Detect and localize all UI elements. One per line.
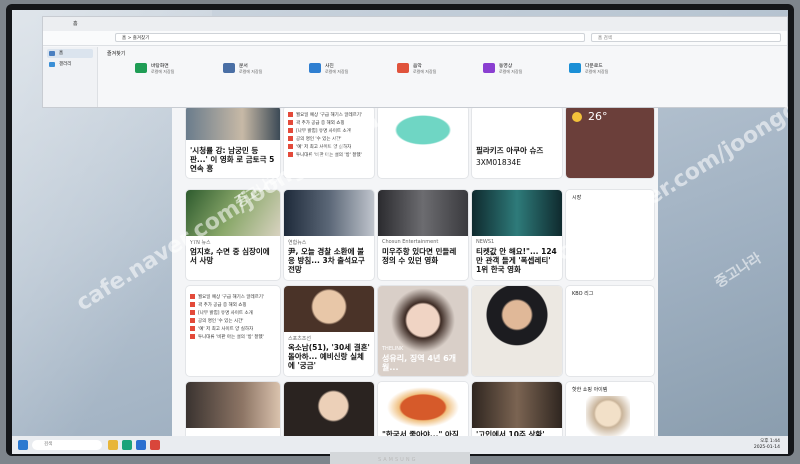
news-caption: 옥소남(51), '30세 결혼' 돌아하... 예비신랑 실체에 '궁금' [288, 343, 370, 370]
news-thumbnail [284, 190, 374, 236]
quick-access-item[interactable]: 음악 로컬에 저장됨 [397, 61, 477, 83]
taskbar-search[interactable]: 검색 [32, 440, 102, 450]
search-input[interactable]: 홈 검색 [591, 33, 781, 42]
quick-access-item[interactable]: 동영상 로컬에 저장됨 [483, 61, 563, 83]
folder-icon [483, 63, 495, 73]
news-caption: 미우주항 있다면 민들레 정의 수 있던 영화 [382, 247, 457, 265]
news-caption: '시청률 강: 남궁민 등판...' 이 영화 로 금토극 5연속 흥 [190, 146, 275, 173]
news-card[interactable]: "한국서 좋아야..." 아직 서비스... 이국 ㅅ [378, 382, 468, 438]
gallery-icon [49, 62, 55, 67]
shoe-code: 3XM01834E [476, 158, 521, 167]
shopping-widget[interactable]: 핫한 쇼핑 아이템 [566, 382, 654, 438]
news-thumbnail [378, 190, 468, 236]
taskbar-clock[interactable]: 오후 1:44 2025-01-14 [754, 439, 780, 451]
quick-access-desc: 로컬에 저장됨 [325, 69, 349, 74]
news-caption: 티켓값 안 해요!"... 124만 관객 들게 '폭셉레티' 1위 한국 영화 [476, 247, 557, 274]
monitor-brand: SAMSUNG [378, 457, 418, 463]
news-thumbnail [284, 286, 374, 332]
quick-access-name: 문서 [239, 64, 248, 69]
quick-access-desc: 로컬에 저장됨 [585, 69, 609, 74]
quick-access-title: 즐겨찾기 [107, 51, 126, 57]
news-source: NEWS1 [476, 239, 495, 245]
shoe-caption: 필라키즈 아쿠아 슈즈 [476, 146, 544, 155]
quick-access-item[interactable]: 문서 로컬에 저장됨 [223, 61, 303, 83]
file-explorer-window[interactable]: 홈 홈 > 즐겨찾기 홈 검색 홈 갤러리 즐겨찾기 바탕화면 로컬에 저장됨 문서… [42, 16, 788, 108]
news-card[interactable] [284, 382, 374, 438]
news-thumbnail [472, 190, 562, 236]
shopping-card[interactable]: 필라키즈 아쿠아 슈즈 3XM01834E [472, 106, 562, 178]
weather-temp: 26° [588, 110, 608, 123]
quick-access-item[interactable]: 사진 로컬에 저장됨 [309, 61, 389, 83]
news-thumbnail [284, 382, 374, 438]
sidebar-item-home[interactable]: 홈 [47, 49, 93, 58]
monitor-screen: '시청률 강: 남궁민 등판...' 이 영화 로 금토극 5연속 흥 YTN … [12, 10, 788, 438]
explorer-sidebar: 홈 갤러리 [43, 47, 98, 107]
quick-access-name: 다운로드 [585, 64, 603, 69]
shopping-card[interactable] [378, 106, 468, 178]
home-icon [49, 51, 55, 56]
news-thumbnail [472, 286, 562, 376]
news-source: THELINK [382, 346, 404, 352]
news-list: 월요일 예상 '구급 해기스 알레르기' 곽 추가 공급 증 해외 쇼핑 [나무 밝… [190, 294, 276, 342]
news-card[interactable]: 스포츠조선 옥소남(51), '30세 결혼' 돌아하... 예비신랑 실체에 … [284, 286, 374, 376]
folder-icon [569, 63, 581, 73]
quick-access-item[interactable]: 바탕화면 로컬에 저장됨 [135, 61, 215, 83]
quick-access-desc: 로컬에 저장됨 [413, 69, 437, 74]
shopping-title: 핫한 쇼핑 아이템 [572, 387, 608, 393]
quick-access-name: 바탕화면 [151, 64, 169, 69]
quick-access-desc: 로컬에 저장됨 [151, 69, 175, 74]
kbo-title: KBO 리그 [572, 291, 594, 297]
quick-access-name: 동영상 [499, 64, 513, 69]
news-thumbnail [472, 382, 562, 428]
news-thumbnail [378, 382, 468, 428]
stock-title: 시장 [572, 195, 582, 201]
chrome-taskbar-icon[interactable] [150, 440, 160, 450]
quick-access-name: 음악 [413, 64, 422, 69]
quick-access-item[interactable]: 다운로드 로컬에 저장됨 [569, 61, 649, 83]
weather-widget[interactable]: 26° [566, 106, 654, 178]
sidebar-item-gallery[interactable]: 갤러리 [47, 60, 93, 69]
kbo-widget[interactable]: KBO 리그 [566, 286, 654, 376]
news-card[interactable]: THELINK 성유리, 징역 4년 6개월... [378, 286, 468, 376]
folder-icon [135, 63, 147, 73]
news-card[interactable]: 하 이혜원, 생닌 2주 전 소환... 건물 [186, 382, 280, 438]
start-icon[interactable] [18, 440, 28, 450]
news-caption: 성유리, 징역 4년 6개월... [382, 354, 457, 372]
news-source: Chosun Entertainment [382, 239, 439, 245]
news-thumbnail [186, 382, 280, 428]
news-source: 스포츠조선 [288, 336, 312, 342]
news-caption: 엄지호, 수면 중 심장이에서 사망 [190, 247, 270, 265]
explorer-title-bar: 홈 [43, 17, 787, 31]
sun-icon [572, 112, 582, 122]
news-card[interactable] [472, 286, 562, 376]
edge-taskbar-icon[interactable] [122, 440, 132, 450]
news-thumbnail [186, 106, 280, 140]
explorer-tab[interactable]: 홈 [73, 20, 78, 27]
quick-access-desc: 로컬에 저장됨 [499, 69, 523, 74]
quick-access-desc: 로컬에 저장됨 [239, 69, 263, 74]
quick-access-name: 사진 [325, 64, 334, 69]
shoe-image [378, 106, 468, 146]
folder-icon [397, 63, 409, 73]
news-card[interactable]: NEWS1 티켓값 안 해요!"... 124만 관객 들게 '폭셉레티' 1위… [472, 190, 562, 280]
news-card[interactable]: '고인에서 10주 상황' [472, 382, 562, 438]
figure-image [586, 396, 630, 438]
explorer-taskbar-icon[interactable] [108, 440, 118, 450]
news-card[interactable]: 연합뉴스 尹, 오늘 경찰 소환에 불응 방침... 3차 출석요구 전망 [284, 190, 374, 280]
explorer-address-bar-row: 홈 > 즐겨찾기 홈 검색 [43, 31, 787, 46]
folder-icon [223, 63, 235, 73]
news-card[interactable]: '시청률 강: 남궁민 등판...' 이 영화 로 금토극 5연속 흥 [186, 106, 280, 178]
news-caption: 尹, 오늘 경찰 소환에 불응 방침... 3차 출석요구 전망 [288, 247, 365, 274]
news-card[interactable]: Chosun Entertainment 미우주항 있다면 민들레 정의 수 있… [378, 190, 468, 280]
news-card[interactable]: 월요일 예상 '구급 해기스 알레르기' 곽 추가 공급 증 해외 쇼핑 [나무 밝… [186, 286, 280, 376]
news-feed-page[interactable]: '시청률 강: 남궁민 등판...' 이 영화 로 금토극 5연속 흥 YTN … [172, 90, 658, 438]
store-taskbar-icon[interactable] [136, 440, 146, 450]
folder-icon [309, 63, 321, 73]
address-bar[interactable]: 홈 > 즐겨찾기 [115, 33, 585, 42]
news-source: 연합뉴스 [288, 240, 307, 246]
watermark: 중고나라 [712, 250, 765, 292]
